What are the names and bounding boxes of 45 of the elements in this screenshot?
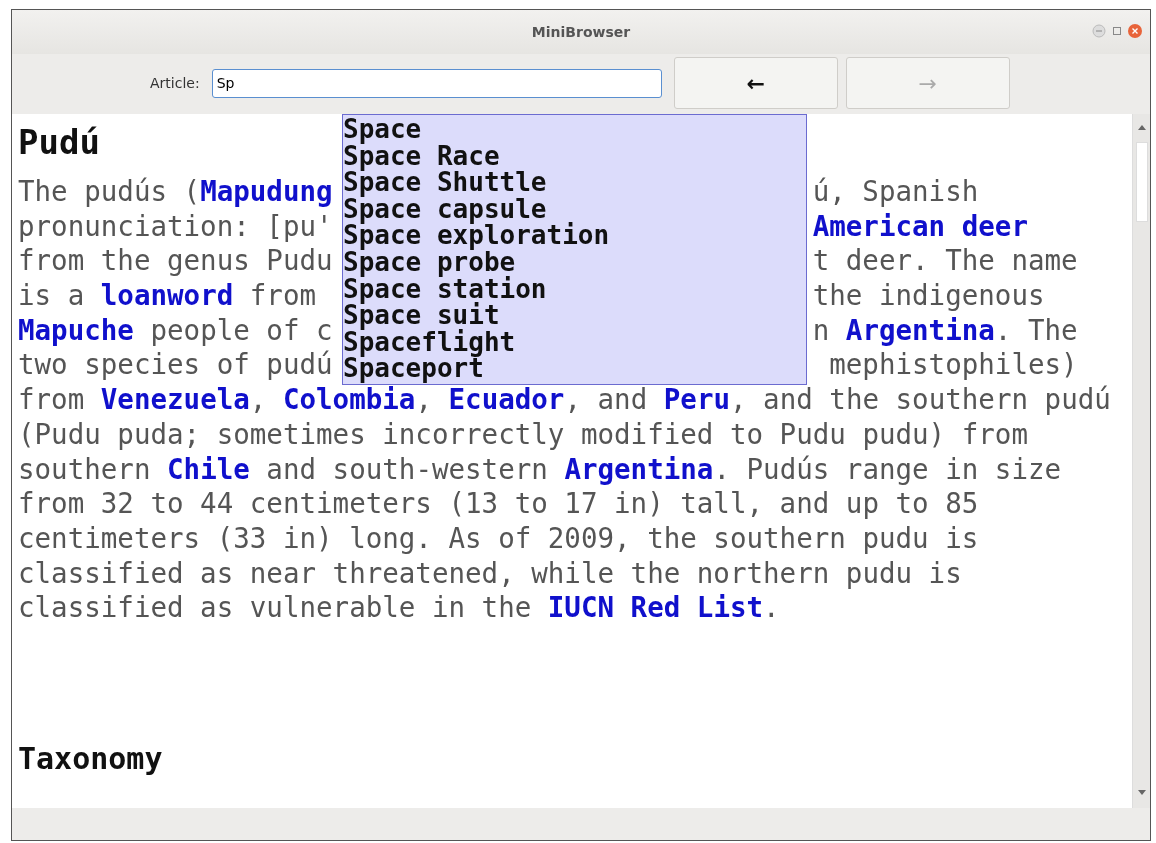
article-link[interactable]: IUCN Red List [547,591,764,624]
article-link[interactable]: Venezuela [100,383,250,416]
article-link[interactable]: Chile [167,452,250,485]
article-link[interactable]: Colombia [282,383,416,416]
maximize-icon[interactable] [1110,24,1124,38]
paragraph-line: (Pudu puda; sometimes incorrectly modified to Pudu pudu) from [18,417,1028,450]
paragraph-line: southern Chile and south-western Argentina. Pudús range in size [18,452,1062,485]
section-heading: Taxonomy [18,740,163,777]
paragraph-line: from the genus Pudu [18,243,333,279]
article-link[interactable]: Argentina [564,452,714,485]
paragraph-line: pronunciation: [pu' [18,208,333,244]
suggestion-item[interactable]: Space [343,116,422,143]
scroll-down-icon[interactable] [1138,790,1146,796]
close-icon[interactable] [1128,24,1142,38]
back-button[interactable]: ← [673,57,838,109]
article-link[interactable]: Mapuche [18,313,134,346]
article-link[interactable]: Peru [663,383,730,416]
suggestion-item[interactable]: Space Race [343,142,500,170]
paragraph-line: classified as near threatened, while the northern pudu is [18,556,962,589]
minimize-icon[interactable] [1092,24,1106,38]
paragraph-line: the indigenous [812,278,1045,313]
paragraph-line: classified as vulnerable in the IUCN Red List. [18,591,780,624]
suggestion-item[interactable]: Spaceflight [343,328,516,356]
article-link[interactable]: Mapudung [200,175,333,207]
paragraph-line: is a loanword from [18,278,317,313]
paragraph-line: ú, Spanish [812,174,979,209]
paragraph-line: The pudús (Mapudung [18,174,333,209]
paragraph-line: from 32 to 44 centimeters (13 to 17 in) tall, and up to 85 [18,487,979,520]
paragraph-line: mephistophiles) [828,347,1078,383]
paragraph-line: t deer. The name [812,243,1078,279]
article-label: Article: [150,73,200,93]
window-title: MiniBrowser [531,22,631,42]
article-link[interactable]: American deer [812,209,1028,242]
paragraph-line: centimeters (33 in) long. As of 2009, the southern pudu is [18,521,979,554]
article-link[interactable]: Ecuador [448,383,565,416]
paragraph-line: Mapuche people of c [18,312,333,348]
paragraph-line: n Argentina. The [812,312,1078,348]
article-title: Pudú [18,122,100,162]
article-field[interactable]: Sp [211,68,662,98]
scrollbar-thumb[interactable] [1136,142,1148,222]
article-link[interactable]: Argentina [845,313,995,346]
paragraph-line: from Venezuela, Colombia, Ecuador, and Peru, and the southern pudú [18,383,1111,416]
article-link[interactable]: loanword [100,279,234,312]
paragraph-line: two species of pudú [18,347,333,383]
scroll-up-icon[interactable] [1138,124,1146,130]
